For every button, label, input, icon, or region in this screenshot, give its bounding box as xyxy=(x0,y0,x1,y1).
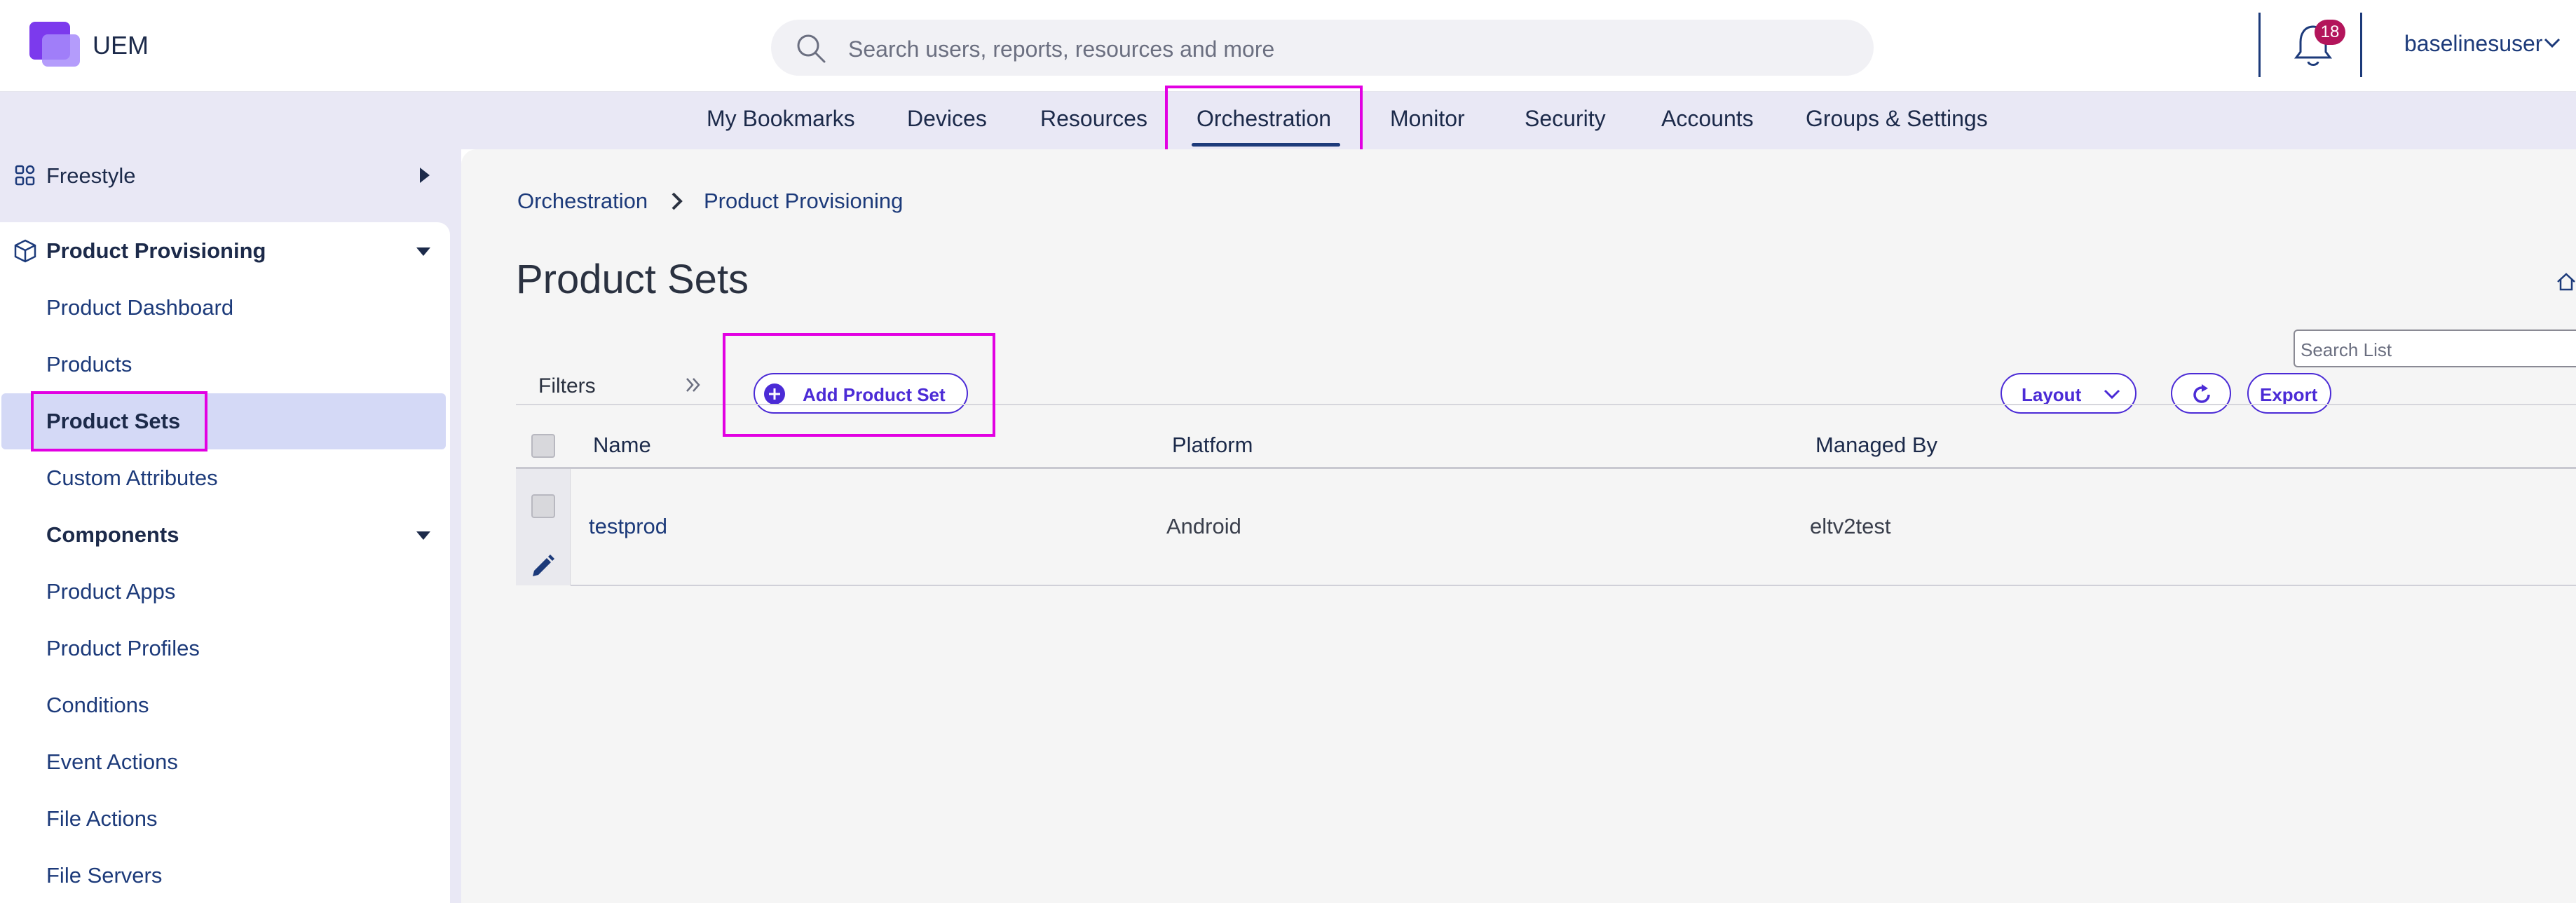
app-logo[interactable] xyxy=(29,22,80,67)
user-menu[interactable]: baselinesuser xyxy=(2404,31,2542,57)
column-header-managed-by[interactable]: Managed By xyxy=(1815,433,1937,458)
sidebar-section-components[interactable]: Components xyxy=(46,522,179,548)
nav-my-bookmarks[interactable]: My Bookmarks xyxy=(707,106,855,132)
row-divider xyxy=(571,585,2576,586)
edit-pencil-icon[interactable] xyxy=(530,552,557,579)
select-all-checkbox[interactable] xyxy=(531,434,555,458)
nav-monitor[interactable]: Monitor xyxy=(1390,106,1465,132)
sidebar-item-file-servers[interactable]: File Servers xyxy=(46,863,162,888)
global-search-placeholder: Search users, reports, resources and mor… xyxy=(848,36,1275,62)
export-button[interactable]: Export xyxy=(2247,373,2331,414)
chevron-down-icon xyxy=(2104,389,2120,400)
global-search-input[interactable]: Search users, reports, resources and mor… xyxy=(771,20,1874,76)
header-divider xyxy=(516,467,2576,469)
search-list-input[interactable]: Search List xyxy=(2294,330,2576,367)
refresh-button[interactable] xyxy=(2171,373,2231,414)
export-label: Export xyxy=(2260,384,2318,405)
layout-button[interactable]: Layout xyxy=(2001,373,2137,414)
nav-accounts[interactable]: Accounts xyxy=(1661,106,1754,132)
sidebar-section-product-provisioning[interactable]: Product Provisioning xyxy=(46,238,266,264)
notification-badge: 18 xyxy=(2315,20,2345,45)
highlight-box xyxy=(723,333,995,437)
sidebar-item-file-actions[interactable]: File Actions xyxy=(46,806,158,831)
main-content: Orchestration Product Provisioning Produ… xyxy=(461,149,2576,903)
sidebar-item-product-profiles[interactable]: Product Profiles xyxy=(46,636,200,661)
sidebar-item-freestyle[interactable]: Freestyle xyxy=(46,163,135,189)
sidebar: Freestyle Product Provisioning Product D… xyxy=(0,149,461,903)
cell-platform: Android xyxy=(1166,514,1241,538)
column-header-platform[interactable]: Platform xyxy=(1172,433,1253,458)
nav-security[interactable]: Security xyxy=(1525,106,1606,132)
nav-devices[interactable]: Devices xyxy=(907,106,987,132)
double-chevron-right-icon[interactable] xyxy=(684,376,702,394)
caret-right-icon[interactable] xyxy=(418,166,432,184)
sidebar-item-event-actions[interactable]: Event Actions xyxy=(46,749,178,775)
chevron-down-icon[interactable] xyxy=(2542,36,2562,50)
highlight-box xyxy=(31,391,207,452)
cell-managed-by: eltv2test xyxy=(1810,514,1891,538)
layout-label: Layout xyxy=(2022,384,2082,405)
caret-down-icon[interactable] xyxy=(415,530,432,541)
nav-groups-settings[interactable]: Groups & Settings xyxy=(1806,106,1988,132)
breadcrumb-product-provisioning[interactable]: Product Provisioning xyxy=(704,189,903,214)
table-row-bg xyxy=(571,469,2576,585)
sidebar-panel xyxy=(0,222,450,903)
sidebar-item-product-apps[interactable]: Product Apps xyxy=(46,579,175,604)
package-icon xyxy=(14,239,36,263)
sidebar-item-conditions[interactable]: Conditions xyxy=(46,693,149,718)
breadcrumb-orchestration[interactable]: Orchestration xyxy=(517,189,648,214)
column-header-name[interactable]: Name xyxy=(593,433,651,458)
sidebar-item-products[interactable]: Products xyxy=(46,352,132,377)
chevron-right-icon xyxy=(672,192,683,210)
app-name: UEM xyxy=(93,31,149,60)
page-title: Product Sets xyxy=(516,257,749,302)
header-divider xyxy=(2360,13,2362,77)
top-bar: UEM Search users, reports, resources and… xyxy=(0,0,2576,92)
freestyle-icon xyxy=(15,165,35,186)
home-icon[interactable] xyxy=(2556,271,2576,292)
refresh-icon xyxy=(2193,384,2210,403)
nav-resources[interactable]: Resources xyxy=(1040,106,1147,132)
search-icon xyxy=(797,34,826,63)
sidebar-item-custom-attributes[interactable]: Custom Attributes xyxy=(46,466,218,491)
header-divider xyxy=(2258,13,2261,77)
cell-name[interactable]: testprod xyxy=(589,514,667,539)
sidebar-item-product-dashboard[interactable]: Product Dashboard xyxy=(46,295,233,320)
caret-down-icon[interactable] xyxy=(415,246,432,257)
row-checkbox[interactable] xyxy=(531,494,555,518)
filters-label[interactable]: Filters xyxy=(538,374,596,398)
